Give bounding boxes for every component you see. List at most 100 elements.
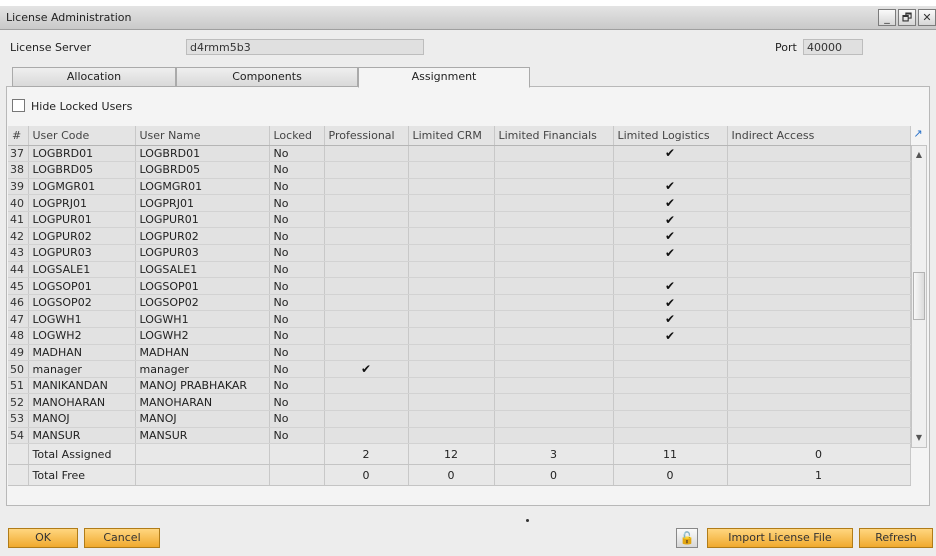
license-ind-cell[interactable] [727,244,911,262]
locked-cell[interactable]: No [269,161,325,179]
license-ind-cell[interactable] [727,377,911,395]
user-name-cell[interactable]: LOGWH1 [135,310,270,329]
user-name-cell[interactable]: LOGBRD01 [135,145,270,163]
table-row[interactable]: 48 LOGWH2 LOGWH2 No ✔ [8,327,911,345]
user-name-cell[interactable]: LOGPRJ01 [135,194,270,212]
license-pro-cell[interactable] [324,344,409,362]
user-name-cell[interactable]: MANSUR [135,427,270,445]
license-log-cell[interactable]: ✔ [613,145,728,163]
user-name-cell[interactable]: LOGSOP02 [135,294,270,312]
user-code-cell[interactable]: LOGSALE1 [28,261,136,279]
locked-cell[interactable]: No [269,344,325,362]
license-fin-cell[interactable] [494,294,614,312]
table-row[interactable]: 54 MANSUR MANSUR No [8,427,911,445]
license-fin-cell[interactable] [494,227,614,246]
license-crm-cell[interactable] [408,393,495,411]
license-ind-cell[interactable] [727,344,911,362]
port-field[interactable]: 40000 [803,39,863,55]
col-header-limited-logistics[interactable]: Limited Logistics [613,126,728,146]
license-log-cell[interactable]: ✔ [613,227,728,246]
license-ind-cell[interactable] [727,145,911,163]
row-number-cell[interactable]: 49 [8,344,29,362]
user-name-cell[interactable]: LOGMGR01 [135,178,270,196]
license-pro-cell[interactable] [324,145,409,163]
license-log-cell[interactable]: ✔ [613,294,728,312]
license-pro-cell[interactable] [324,377,409,395]
user-code-cell[interactable]: LOGSOP01 [28,277,136,295]
license-pro-cell[interactable] [324,194,409,212]
col-header-user-code[interactable]: User Code [28,126,136,146]
col-header-locked[interactable]: Locked [269,126,325,146]
user-code-cell[interactable]: MANSUR [28,427,136,445]
tab-components[interactable]: Components [176,67,358,87]
license-ind-cell[interactable] [727,294,911,312]
row-number-cell[interactable]: 52 [8,393,29,411]
license-pro-cell[interactable] [324,410,409,428]
license-crm-cell[interactable] [408,327,495,345]
license-crm-cell[interactable] [408,227,495,246]
table-row[interactable]: 50 manager manager No ✔ [8,360,911,378]
user-name-cell[interactable]: manager [135,360,270,378]
user-name-cell[interactable]: LOGPUR02 [135,227,270,246]
refresh-button[interactable]: Refresh [859,528,933,548]
license-fin-cell[interactable] [494,145,614,163]
license-pro-cell[interactable] [324,178,409,196]
tab-allocation[interactable]: Allocation [12,67,176,87]
locked-cell[interactable]: No [269,310,325,329]
license-ind-cell[interactable] [727,261,911,279]
license-fin-cell[interactable] [494,178,614,196]
row-number-cell[interactable]: 51 [8,377,29,395]
license-crm-cell[interactable] [408,244,495,262]
table-row[interactable]: 38 LOGBRD05 LOGBRD05 No [8,161,911,179]
license-log-cell[interactable] [613,377,728,395]
user-code-cell[interactable]: MADHAN [28,344,136,362]
table-row[interactable]: 44 LOGSALE1 LOGSALE1 No [8,261,911,279]
license-ind-cell[interactable] [727,161,911,179]
license-pro-cell[interactable] [324,244,409,262]
table-row[interactable]: 37 LOGBRD01 LOGBRD01 No ✔ [8,145,911,163]
table-row[interactable]: 39 LOGMGR01 LOGMGR01 No ✔ [8,178,911,196]
license-pro-cell[interactable]: ✔ [324,360,409,378]
user-name-cell[interactable]: LOGPUR03 [135,244,270,262]
row-number-cell[interactable]: 46 [8,294,29,312]
license-crm-cell[interactable] [408,178,495,196]
user-code-cell[interactable]: LOGMGR01 [28,178,136,196]
user-code-cell[interactable]: MANOJ [28,410,136,428]
license-ind-cell[interactable] [727,360,911,378]
close-icon[interactable]: ✕ [918,9,936,26]
row-number-cell[interactable]: 45 [8,277,29,295]
license-fin-cell[interactable] [494,393,614,411]
license-crm-cell[interactable] [408,427,495,445]
table-row[interactable]: 42 LOGPUR02 LOGPUR02 No ✔ [8,227,911,246]
locked-cell[interactable]: No [269,360,325,378]
locked-cell[interactable]: No [269,178,325,196]
locked-cell[interactable]: No [269,145,325,163]
license-log-cell[interactable] [613,393,728,411]
ok-button[interactable]: OK [8,528,78,548]
license-fin-cell[interactable] [494,427,614,445]
scroll-down-icon[interactable]: ▼ [912,431,926,445]
table-row[interactable]: 52 MANOHARAN MANOHARAN No [8,393,911,411]
license-crm-cell[interactable] [408,211,495,229]
license-fin-cell[interactable] [494,360,614,378]
license-log-cell[interactable] [613,410,728,428]
table-row[interactable]: 49 MADHAN MADHAN No [8,344,911,362]
row-number-cell[interactable]: 44 [8,261,29,279]
col-header-professional[interactable]: Professional [324,126,409,146]
row-number-cell[interactable]: 54 [8,427,29,445]
license-log-cell[interactable]: ✔ [613,211,728,229]
col-header-num[interactable]: # [8,126,29,146]
row-number-cell[interactable]: 48 [8,327,29,345]
user-name-cell[interactable]: MADHAN [135,344,270,362]
scroll-up-icon[interactable]: ▲ [912,148,926,162]
license-pro-cell[interactable] [324,261,409,279]
user-name-cell[interactable]: MANOJ PRABHAKAR [135,377,270,395]
col-header-indirect-access[interactable]: Indirect Access [727,126,911,146]
license-pro-cell[interactable] [324,427,409,445]
locked-cell[interactable]: No [269,427,325,445]
license-log-cell[interactable]: ✔ [613,244,728,262]
license-crm-cell[interactable] [408,194,495,212]
license-fin-cell[interactable] [494,344,614,362]
table-row[interactable]: 53 MANOJ MANOJ No [8,410,911,428]
license-pro-cell[interactable] [324,327,409,345]
